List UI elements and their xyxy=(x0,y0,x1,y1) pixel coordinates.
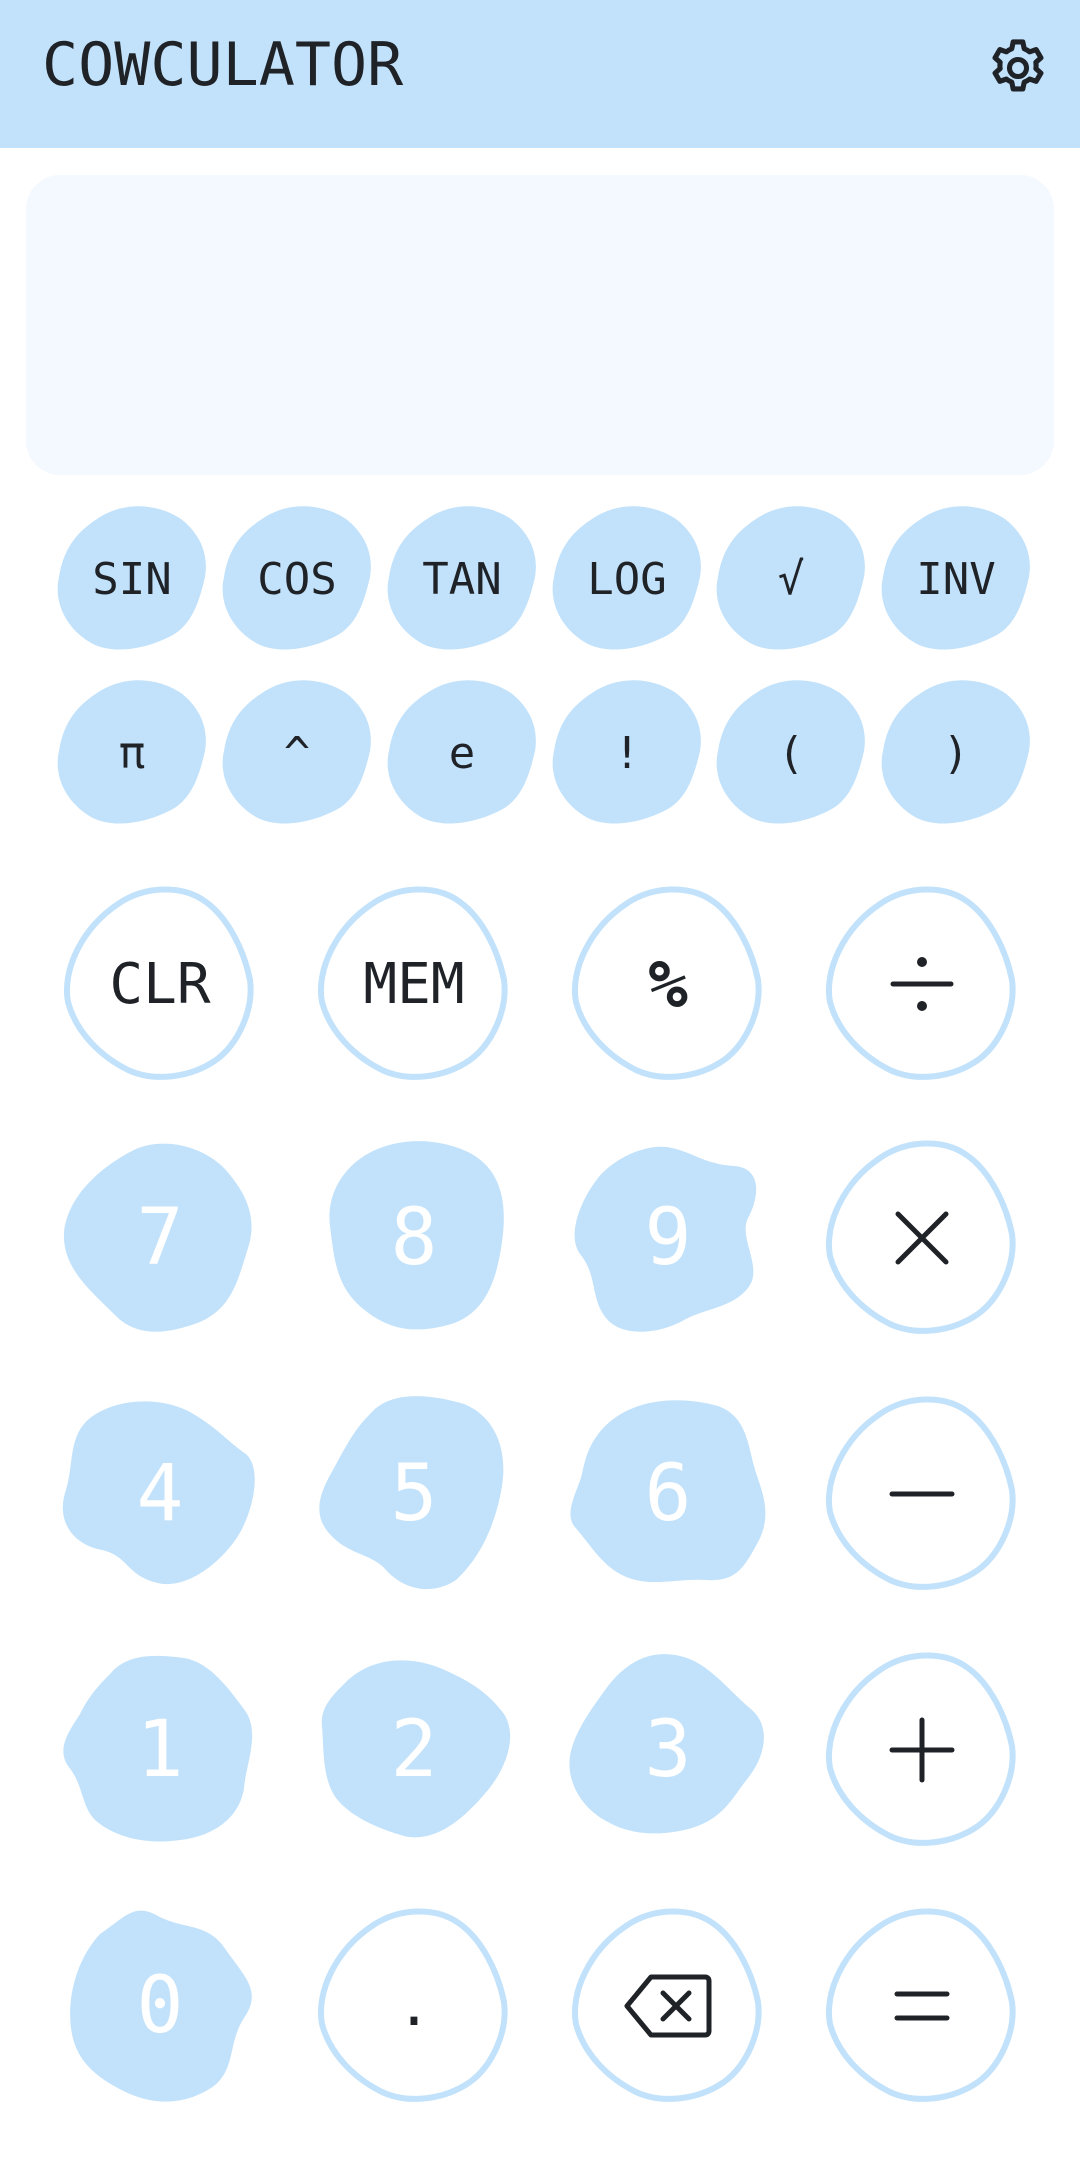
percent-label: % xyxy=(648,945,688,1023)
calculator-display xyxy=(26,175,1054,475)
digit-8-label: 8 xyxy=(390,1193,438,1283)
close-paren-label: ) xyxy=(942,727,970,779)
digit-6-label: 6 xyxy=(644,1449,692,1539)
decimal-button[interactable]: . xyxy=(314,1906,514,2106)
euler-button[interactable]: e xyxy=(387,679,537,827)
digit-8-button[interactable]: 8 xyxy=(314,1138,514,1338)
cos-label: COS xyxy=(257,553,337,605)
euler-label: e xyxy=(448,727,476,779)
multiply-button[interactable] xyxy=(822,1138,1022,1338)
divide-button[interactable] xyxy=(822,884,1022,1084)
digit-1-label: 1 xyxy=(136,1705,184,1795)
digit-3-button[interactable]: 3 xyxy=(568,1650,768,1850)
clear-button[interactable]: CLR xyxy=(60,884,260,1084)
digit-5-label: 5 xyxy=(390,1449,438,1539)
power-label: ^ xyxy=(283,727,311,779)
gear-icon xyxy=(992,39,1044,92)
digit-9-button[interactable]: 9 xyxy=(568,1138,768,1338)
log-button[interactable]: LOG xyxy=(552,505,702,653)
minus-button[interactable] xyxy=(822,1394,1022,1594)
digit-9-label: 9 xyxy=(644,1193,692,1283)
log-label: LOG xyxy=(587,553,667,605)
app-bar: COWCULATOR xyxy=(0,0,1080,148)
digit-6-button[interactable]: 6 xyxy=(568,1394,768,1594)
digit-5-button[interactable]: 5 xyxy=(314,1394,514,1594)
pi-button[interactable]: π xyxy=(57,679,207,827)
digit-7-button[interactable]: 7 xyxy=(60,1138,260,1338)
open-paren-label: ( xyxy=(777,727,805,779)
factorial-button[interactable]: ! xyxy=(552,679,702,827)
power-button[interactable]: ^ xyxy=(222,679,372,827)
factorial-label: ! xyxy=(613,727,641,779)
plus-button[interactable] xyxy=(822,1650,1022,1850)
cos-button[interactable]: COS xyxy=(222,505,372,653)
minus-icon xyxy=(889,1491,955,1497)
digit-0-label: 0 xyxy=(136,1961,184,2051)
settings-button[interactable] xyxy=(978,28,1058,108)
digit-4-label: 4 xyxy=(136,1449,184,1539)
clear-label: CLR xyxy=(109,951,211,1017)
equals-icon xyxy=(894,1991,950,2021)
sin-button[interactable]: SIN xyxy=(57,505,207,653)
tan-label: TAN xyxy=(422,553,502,605)
pi-label: π xyxy=(118,727,146,779)
close-paren-button[interactable]: ) xyxy=(881,679,1031,827)
inv-button[interactable]: INV xyxy=(881,505,1031,653)
app-title: COWCULATOR xyxy=(42,30,404,100)
divide-icon xyxy=(890,957,954,1011)
digit-2-label: 2 xyxy=(390,1705,438,1795)
sqrt-button[interactable]: √ xyxy=(716,505,866,653)
inv-label: INV xyxy=(916,553,996,605)
sqrt-label: √ xyxy=(777,553,805,605)
digit-4-button[interactable]: 4 xyxy=(60,1394,260,1594)
backspace-icon xyxy=(624,1974,712,2038)
plus-icon xyxy=(889,1717,955,1783)
digit-3-label: 3 xyxy=(644,1705,692,1795)
multiply-icon xyxy=(895,1211,949,1265)
equals-button[interactable] xyxy=(822,1906,1022,2106)
backspace-button[interactable] xyxy=(568,1906,768,2106)
percent-button[interactable]: % xyxy=(568,884,768,1084)
memory-button[interactable]: MEM xyxy=(314,884,514,1084)
decimal-label: . xyxy=(397,1973,431,2039)
digit-2-button[interactable]: 2 xyxy=(314,1650,514,1850)
digit-1-button[interactable]: 1 xyxy=(60,1650,260,1850)
open-paren-button[interactable]: ( xyxy=(716,679,866,827)
digit-0-button[interactable]: 0 xyxy=(60,1906,260,2106)
memory-label: MEM xyxy=(363,951,465,1017)
tan-button[interactable]: TAN xyxy=(387,505,537,653)
digit-7-label: 7 xyxy=(136,1193,184,1283)
sin-label: SIN xyxy=(92,553,172,605)
